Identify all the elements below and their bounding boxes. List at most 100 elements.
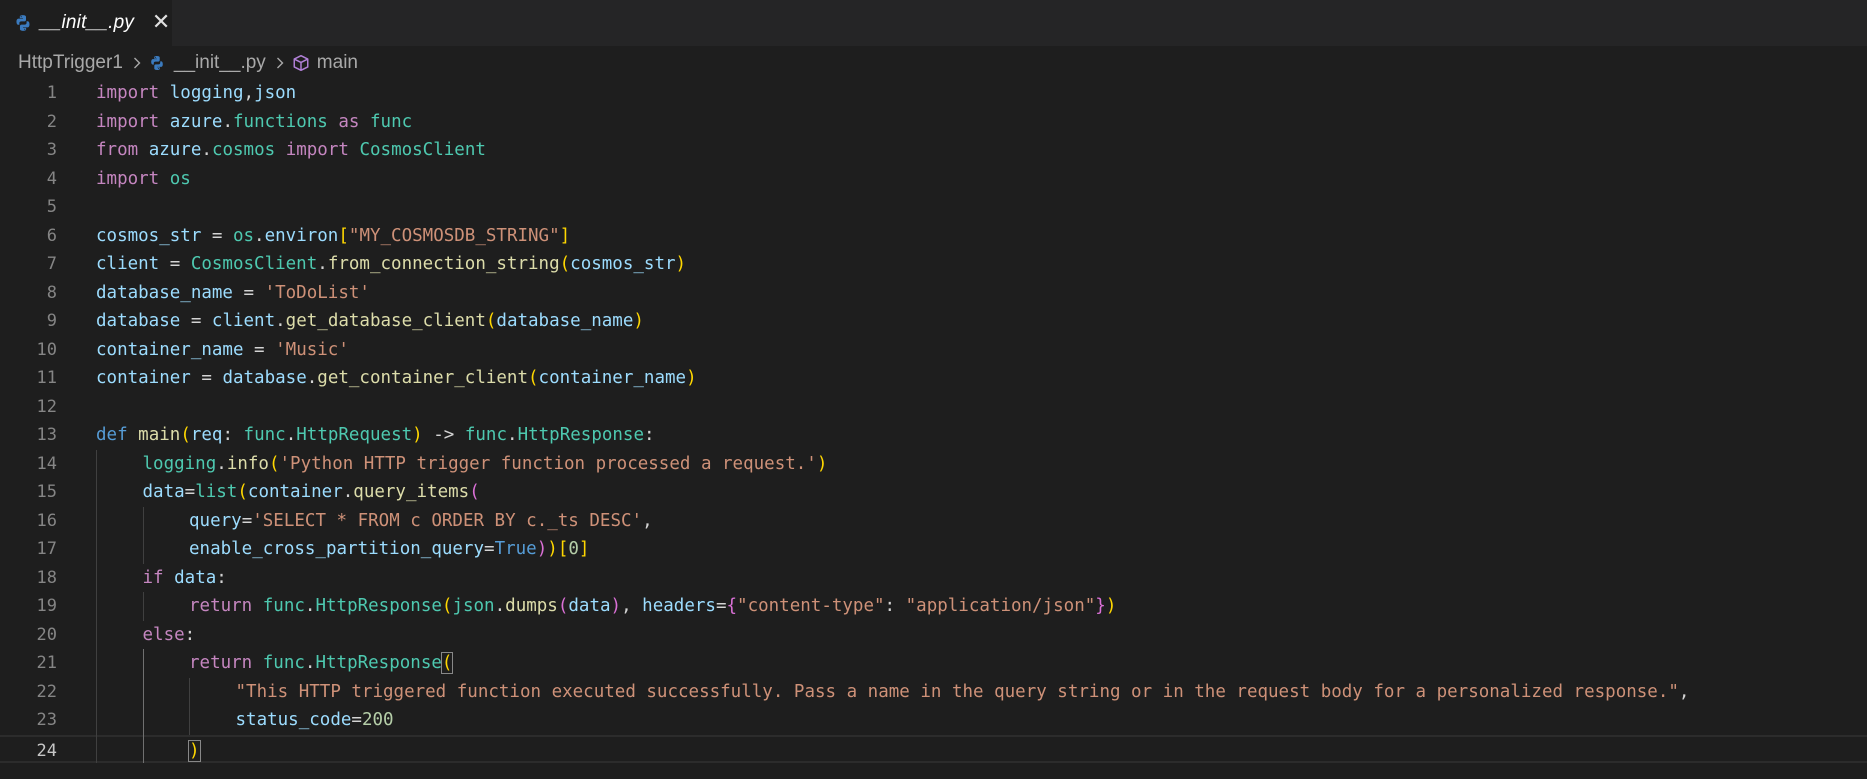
code-line[interactable]: 1 import logging,json bbox=[0, 79, 1867, 108]
code-token: query bbox=[189, 510, 242, 531]
breadcrumb: HttpTrigger1 __init__.py main bbox=[0, 46, 1867, 80]
code-token: "application/json" bbox=[905, 596, 1096, 616]
code-token: get_database_client bbox=[285, 311, 486, 331]
code-line[interactable]: 12 bbox=[0, 393, 1867, 422]
indent-guide bbox=[142, 592, 144, 621]
code-editor[interactable]: 1 import logging,json 2 import azure.functi… bbox=[0, 79, 1867, 779]
code-token: { bbox=[726, 596, 738, 616]
code-token: . bbox=[306, 368, 318, 388]
python-icon bbox=[151, 56, 163, 70]
breadcrumb-file-label: __init__.py bbox=[173, 52, 266, 73]
breadcrumb-file[interactable]: __init__.py bbox=[149, 52, 266, 74]
code-token: 'Python HTTP trigger function processed … bbox=[279, 453, 817, 474]
code-token: os bbox=[232, 225, 255, 246]
code-token: database bbox=[222, 368, 307, 388]
code-line[interactable]: 15 data=list(container.query_items( bbox=[0, 478, 1867, 507]
code-token: container bbox=[96, 368, 191, 388]
code-token: HttpResponse bbox=[315, 653, 442, 673]
code-token: status_code bbox=[235, 710, 352, 730]
code-token: ) bbox=[816, 453, 828, 474]
code-text: database = client.get_database_client(da… bbox=[96, 307, 644, 336]
indent-guide bbox=[142, 506, 144, 564]
code-token: 200 bbox=[361, 710, 394, 730]
code-line[interactable]: 10 container_name = 'Music' bbox=[0, 336, 1867, 365]
editor-tab-bar: __init__.py ✕ bbox=[0, 0, 1867, 46]
code-line[interactable]: 13 def main(req: func.HttpRequest) -> fun… bbox=[0, 421, 1867, 450]
code-line[interactable]: 23 status_code=200 bbox=[0, 706, 1867, 735]
code-text: if data: bbox=[143, 564, 227, 593]
code-token: query_items bbox=[353, 482, 470, 502]
tab-init-py[interactable]: __init__.py ✕ bbox=[0, 0, 172, 46]
code-text: "This HTTP triggered function executed s… bbox=[236, 678, 1690, 707]
code-token: json bbox=[452, 596, 495, 616]
code-token: [ bbox=[557, 539, 569, 559]
code-line[interactable]: 7 client = CosmosClient.from_connection_s… bbox=[0, 250, 1867, 279]
code-token: "MY_COSMOSDB_STRING" bbox=[348, 225, 560, 246]
code-line[interactable]: 17 enable_cross_partition_query=True))[0] bbox=[0, 535, 1867, 564]
code-token: azure bbox=[148, 140, 202, 160]
code-line[interactable]: 4 import os bbox=[0, 165, 1867, 194]
code-token: cosmos_str bbox=[96, 225, 202, 246]
code-line[interactable]: 6 cosmos_str = os.environ["MY_COSMOSDB_ST… bbox=[0, 222, 1867, 251]
code-line[interactable]: 18 if data: bbox=[0, 564, 1867, 593]
code-token: info bbox=[226, 453, 269, 474]
code-token: CosmosClient bbox=[190, 254, 318, 274]
code-token: , bbox=[243, 83, 255, 103]
code-token: ( bbox=[559, 254, 571, 274]
line-number: 1 bbox=[46, 83, 57, 103]
code-token: import bbox=[96, 111, 160, 132]
code-token: enable_cross_partition_query bbox=[189, 539, 485, 559]
breadcrumb-symbol[interactable]: main bbox=[292, 52, 358, 74]
code-token: ( bbox=[237, 482, 248, 502]
code-token: "This HTTP triggered function executed s… bbox=[235, 681, 1679, 702]
code-line[interactable]: 24) bbox=[0, 734, 1867, 763]
code-token: = bbox=[190, 368, 223, 388]
code-token: . bbox=[342, 482, 354, 502]
code-token: = bbox=[232, 282, 265, 303]
code-line[interactable]: 16 query='SELECT * FROM c ORDER BY c._ts … bbox=[0, 507, 1867, 536]
breadcrumb-folder[interactable]: HttpTrigger1 bbox=[18, 52, 123, 74]
code-line[interactable]: 21 return func.HttpResponse( bbox=[0, 649, 1867, 678]
code-token: def bbox=[96, 425, 128, 445]
code-token: , bbox=[642, 510, 653, 531]
chevron-right-icon bbox=[276, 57, 284, 69]
code-token: 'Music' bbox=[275, 339, 349, 360]
indent-guide bbox=[142, 649, 144, 763]
code-token: functions bbox=[233, 111, 328, 132]
code-token: from_connection_string bbox=[327, 254, 560, 274]
code-token: "content-type" bbox=[737, 596, 885, 616]
breadcrumb-symbol-label: main bbox=[316, 52, 358, 73]
line-number: 6 bbox=[46, 225, 57, 246]
code-token: = bbox=[201, 225, 233, 246]
code-line[interactable]: 2 import azure.functions as func bbox=[0, 108, 1867, 137]
code-token: client bbox=[211, 311, 276, 331]
code-token: func bbox=[243, 425, 286, 445]
code-token: : bbox=[884, 596, 906, 616]
code-line[interactable]: 9 database = client.get_database_client(d… bbox=[0, 307, 1867, 336]
code-line[interactable]: 11 container = database.get_container_cli… bbox=[0, 364, 1867, 393]
close-icon[interactable]: ✕ bbox=[150, 12, 172, 34]
code-line[interactable]: 8 database_name = 'ToDoList' bbox=[0, 279, 1867, 308]
code-text: enable_cross_partition_query=True))[0] bbox=[189, 535, 589, 564]
code-token: ( bbox=[469, 482, 480, 502]
code-token: ) bbox=[1105, 596, 1117, 616]
code-line[interactable]: 3 from azure.cosmos import CosmosClient bbox=[0, 136, 1867, 165]
code-text: data=list(container.query_items( bbox=[143, 478, 480, 507]
code-line[interactable]: 22 "This HTTP triggered function executed… bbox=[0, 678, 1867, 707]
code-line[interactable]: 5 bbox=[0, 193, 1867, 222]
code-token: dumps bbox=[505, 596, 558, 616]
code-token: ) bbox=[412, 425, 423, 445]
line-number: 16 bbox=[36, 510, 57, 531]
code-token: func bbox=[262, 653, 305, 673]
code-token: func bbox=[262, 596, 305, 616]
code-line[interactable]: 14 logging.info('Python HTTP trigger func… bbox=[0, 450, 1867, 479]
code-line[interactable]: 20 else: bbox=[0, 621, 1867, 650]
code-token: import bbox=[96, 168, 160, 189]
code-token: , bbox=[621, 596, 643, 616]
code-token: json bbox=[254, 83, 297, 103]
code-line[interactable]: 19 return func.HttpResponse(json.dumps(da… bbox=[0, 592, 1867, 621]
code-token: ] bbox=[559, 225, 571, 246]
line-number: 11 bbox=[36, 368, 57, 388]
